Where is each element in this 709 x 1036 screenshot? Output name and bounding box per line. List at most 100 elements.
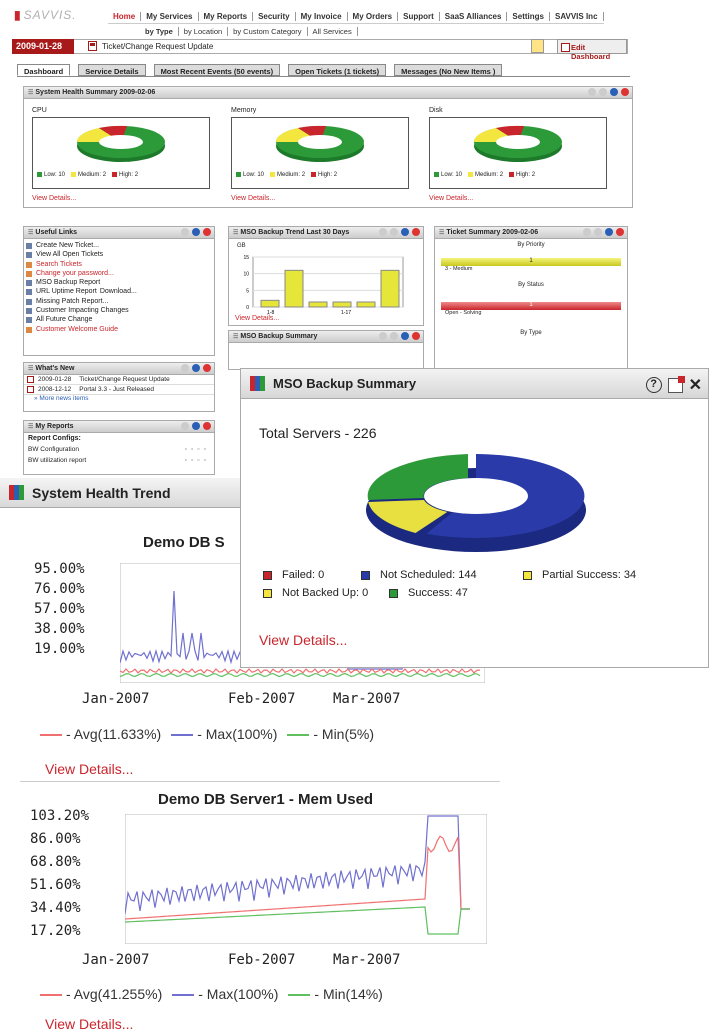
help-icon[interactable] xyxy=(605,228,613,236)
useful-link[interactable]: Customer Impacting Changes xyxy=(24,306,214,315)
status-bar[interactable]: 1 xyxy=(441,302,621,310)
useful-link[interactable]: View All Open Tickets xyxy=(24,250,214,259)
legend-entry: - Avg(11.633%) xyxy=(40,726,161,742)
useful-link[interactable]: URL Uptime Report Download... xyxy=(24,287,214,296)
close-icon[interactable] xyxy=(616,228,624,236)
trend-bar xyxy=(380,269,400,308)
expand-icon[interactable] xyxy=(379,332,387,340)
help-icon[interactable]: ? xyxy=(645,377,662,393)
collapse-icon[interactable] xyxy=(390,228,398,236)
help-icon[interactable] xyxy=(192,364,200,372)
view-details-link[interactable]: View Details... xyxy=(429,195,473,202)
collapse-icon[interactable] xyxy=(181,364,189,372)
help-icon[interactable] xyxy=(401,228,409,236)
useful-link[interactable]: MSO Backup Report xyxy=(24,278,214,287)
window-title: MSO Backup Summary xyxy=(273,376,417,391)
legend-swatch xyxy=(288,994,311,997)
news-item[interactable]: 2009-01-28 Ticket/Change Request Update xyxy=(24,375,214,385)
view-details-link[interactable]: View Details... xyxy=(231,195,275,202)
useful-link[interactable]: Create New Ticket... xyxy=(24,241,214,250)
close-icon[interactable] xyxy=(203,422,211,430)
status-label: Open - Solving xyxy=(445,310,482,316)
help-icon[interactable] xyxy=(610,88,618,96)
report-name: BW utilization report xyxy=(28,457,87,464)
panel-header: Ticket Summary 2009-02-06 xyxy=(435,227,627,239)
expand-icon[interactable] xyxy=(583,228,591,236)
chart2-title: Demo DB Server1 - Mem Used xyxy=(158,791,374,808)
expand-icon[interactable] xyxy=(588,88,596,96)
mso-trend-panel: MSO Backup Trend Last 30 Days GB 1510501… xyxy=(228,226,424,326)
tab-divider xyxy=(17,76,630,77)
view-details-link[interactable]: View Details... xyxy=(32,195,76,202)
news-item[interactable]: 2008-12-12 Portal 3.3 - Just Released xyxy=(24,385,214,395)
collapse-icon[interactable] xyxy=(390,332,398,340)
close-icon[interactable] xyxy=(203,364,211,372)
download-link[interactable]: Download... xyxy=(100,288,137,295)
expand-icon[interactable] xyxy=(379,228,387,236)
calendar-icon[interactable] xyxy=(531,39,544,53)
view-details-link[interactable]: View Details... xyxy=(45,1016,133,1032)
subnav-by-location[interactable]: by Location xyxy=(179,27,229,36)
nav-my-services[interactable]: My Services xyxy=(141,12,199,21)
useful-link[interactable]: Search Tickets xyxy=(24,260,214,269)
close-icon[interactable] xyxy=(621,88,629,96)
collapse-icon[interactable] xyxy=(181,422,189,430)
chart1-title: Demo DB S xyxy=(143,534,225,551)
report-item[interactable]: BW Configuration ▫▫▫▫ xyxy=(24,444,214,455)
nav-my-reports[interactable]: My Reports xyxy=(199,12,254,21)
legend-high: High: 2 xyxy=(311,172,337,178)
ticket-icon xyxy=(88,41,97,51)
collapse-icon[interactable] xyxy=(181,228,189,236)
nav-savvis-inc[interactable]: SAVVIS Inc xyxy=(550,12,604,21)
nav-security[interactable]: Security xyxy=(253,12,296,21)
edit-dashboard-button[interactable]: Edit Dashboard xyxy=(557,39,627,61)
news-list: 2009-01-28 Ticket/Change Request Update 20… xyxy=(24,375,214,395)
subnav-by-type[interactable]: by Type xyxy=(140,27,179,36)
nav-my-invoice[interactable]: My Invoice xyxy=(296,12,348,21)
collapse-icon[interactable] xyxy=(599,88,607,96)
ytick-label: 95.00% xyxy=(34,561,85,577)
more-news-link[interactable]: » More news items xyxy=(24,395,214,402)
legend-medium: Medium: 2 xyxy=(71,172,106,178)
report-item[interactable]: BW utilization report ▫▫▫▫ xyxy=(24,455,214,466)
report-actions-icon[interactable]: ▫▫▫▫ xyxy=(185,446,210,453)
collapse-icon[interactable] xyxy=(594,228,602,236)
legend-swatch xyxy=(172,994,195,997)
close-icon[interactable] xyxy=(412,228,420,236)
close-icon[interactable] xyxy=(203,228,211,236)
close-icon[interactable] xyxy=(412,332,420,340)
tab-4[interactable]: Messages (No New Items ) xyxy=(394,64,503,76)
view-details-link[interactable]: View Details... xyxy=(235,315,279,322)
view-details-link[interactable]: View Details... xyxy=(259,632,347,648)
close-icon[interactable]: ✕ xyxy=(689,375,702,395)
useful-link[interactable]: Change your password... xyxy=(24,269,214,278)
useful-link[interactable]: Missing Patch Report... xyxy=(24,297,214,306)
subnav-all-services[interactable]: All Services xyxy=(308,27,358,36)
help-icon[interactable] xyxy=(401,332,409,340)
gauge-donut xyxy=(76,125,165,162)
tab-2[interactable]: Most Recent Events (50 events) xyxy=(153,64,281,76)
tab-0[interactable]: Dashboard xyxy=(17,64,71,76)
nav-saas-alliances[interactable]: SaaS Alliances xyxy=(440,12,508,21)
by-priority-title: By Priority xyxy=(517,242,545,248)
legend-entry: Success: 47 xyxy=(389,587,468,599)
help-icon[interactable] xyxy=(192,422,200,430)
useful-link[interactable]: Customer Welcome Guide xyxy=(24,325,214,334)
popout-icon[interactable] xyxy=(667,375,685,393)
useful-link[interactable]: All Future Change xyxy=(24,315,214,324)
nav-my-orders[interactable]: My Orders xyxy=(348,12,399,21)
nav-support[interactable]: Support xyxy=(398,12,440,21)
xtick-label: Jan-2007 xyxy=(82,691,150,707)
ytick-label: 68.80% xyxy=(30,854,81,870)
ticket-update-link[interactable]: Ticket/Change Request Update xyxy=(102,42,213,51)
subnav-by-custom-category[interactable]: by Custom Category xyxy=(228,27,308,36)
tab-3[interactable]: Open Tickets (1 tickets) xyxy=(288,64,387,76)
nav-home[interactable]: Home xyxy=(108,12,142,21)
tab-1[interactable]: Service Details xyxy=(78,64,146,76)
view-details-link[interactable]: View Details... xyxy=(45,761,133,777)
help-icon[interactable] xyxy=(192,228,200,236)
priority-bar[interactable]: 1 xyxy=(441,258,621,266)
report-actions-icon[interactable]: ▫▫▫▫ xyxy=(185,457,210,464)
nav-settings[interactable]: Settings xyxy=(507,12,550,21)
savvis-logo[interactable]: ▮ SAVVIS. xyxy=(14,8,77,22)
